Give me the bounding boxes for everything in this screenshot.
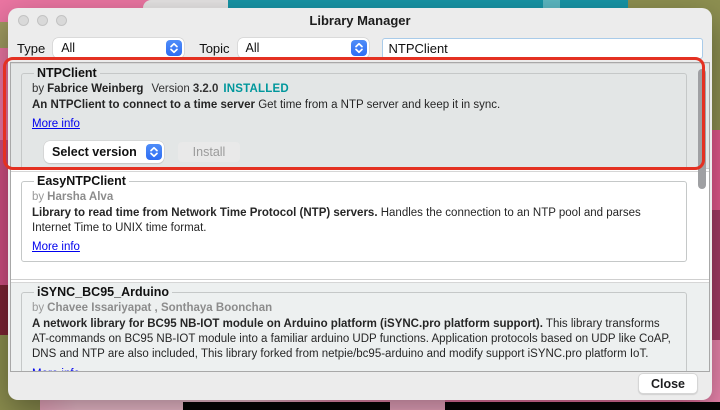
install-button[interactable]: Install — [178, 142, 240, 162]
select-version-value: Select version — [52, 145, 137, 159]
author-name: Fabrice Weinberg — [47, 83, 143, 95]
window-title: Library Manager — [8, 13, 712, 28]
list-item-ntpclient[interactable]: NTPClient byFabrice Weinberg Version 3.2.0… — [11, 63, 709, 169]
library-name: iSYNC_BC95_Arduino — [34, 285, 172, 299]
library-name: EasyNTPClient — [34, 174, 129, 188]
titlebar: Library Manager — [8, 8, 712, 34]
topic-label: Topic — [199, 41, 229, 56]
list-item-easyntpclient[interactable]: EasyNTPClient byHarsha Alva Library to r… — [11, 171, 709, 280]
background-black-strip — [183, 402, 720, 410]
description-summary: A network library for BC95 NB-IOT module… — [32, 318, 543, 330]
search-input[interactable] — [382, 38, 703, 59]
author-name: Chavee Issariyapat , Sonthaya Boonchan — [47, 302, 272, 314]
filter-bar: Type All Topic All — [8, 34, 712, 62]
library-list: NTPClient byFabrice WeinbergVersion3.2.0… — [10, 62, 710, 372]
chevron-up-down-icon — [146, 144, 162, 160]
chevron-up-down-icon — [166, 40, 182, 56]
scrollbar-thumb[interactable] — [698, 69, 706, 189]
library-manager-dialog: Library Manager Type All Topic All NTPCl… — [8, 8, 712, 400]
library-name: NTPClient — [34, 66, 100, 80]
description-body: Get time from a NTP server and keep it i… — [258, 99, 500, 111]
library-meta: byHarsha Alva — [32, 191, 678, 203]
library-card: iSYNC_BC95_Arduino byChavee Issariyapat … — [21, 285, 687, 372]
by-label: by — [32, 302, 44, 314]
more-info-link[interactable]: More info — [32, 241, 80, 253]
select-version-dropdown[interactable]: Select version — [44, 141, 164, 163]
close-button[interactable]: Close — [638, 373, 698, 394]
chevron-up-down-icon — [351, 40, 367, 56]
by-label: by — [32, 191, 44, 203]
library-description: An NTPClient to connect to a time server… — [32, 98, 678, 113]
install-controls: Select version Install — [36, 141, 678, 163]
more-info-link[interactable]: More info — [32, 118, 80, 130]
library-description: A network library for BC95 NB-IOT module… — [32, 317, 678, 363]
author-name: Harsha Alva — [47, 191, 113, 203]
list-item-isync-bc95-arduino[interactable]: iSYNC_BC95_Arduino byChavee Issariyapat … — [11, 282, 709, 372]
type-label: Type — [17, 41, 45, 56]
library-card: NTPClient byFabrice Weinberg Version 3.2.0… — [21, 66, 687, 170]
installed-badge: INSTALLED — [223, 83, 288, 95]
description-summary: Library to read time from Network Time P… — [32, 207, 378, 219]
library-description: Library to read time from Network Time P… — [32, 206, 678, 236]
library-meta: byFabrice Weinberg Version 3.2.0 INSTALLED — [32, 83, 678, 95]
more-info-link[interactable]: More info — [32, 368, 80, 372]
library-card: EasyNTPClient byHarsha Alva Library to r… — [21, 174, 687, 262]
scrollbar-track[interactable] — [694, 63, 709, 371]
by-label: by — [32, 83, 44, 95]
version-number: 3.2.0 — [193, 83, 219, 95]
description-summary: An NTPClient to connect to a time server — [32, 99, 255, 111]
topic-dropdown-value: All — [246, 41, 260, 55]
type-dropdown-value: All — [61, 41, 75, 55]
topic-dropdown[interactable]: All — [238, 38, 369, 58]
library-meta: byChavee Issariyapat , Sonthaya Boonchan — [32, 302, 678, 314]
type-dropdown[interactable]: All — [53, 38, 184, 58]
background-flower-patch — [390, 400, 445, 410]
version-label: Version — [151, 83, 189, 95]
